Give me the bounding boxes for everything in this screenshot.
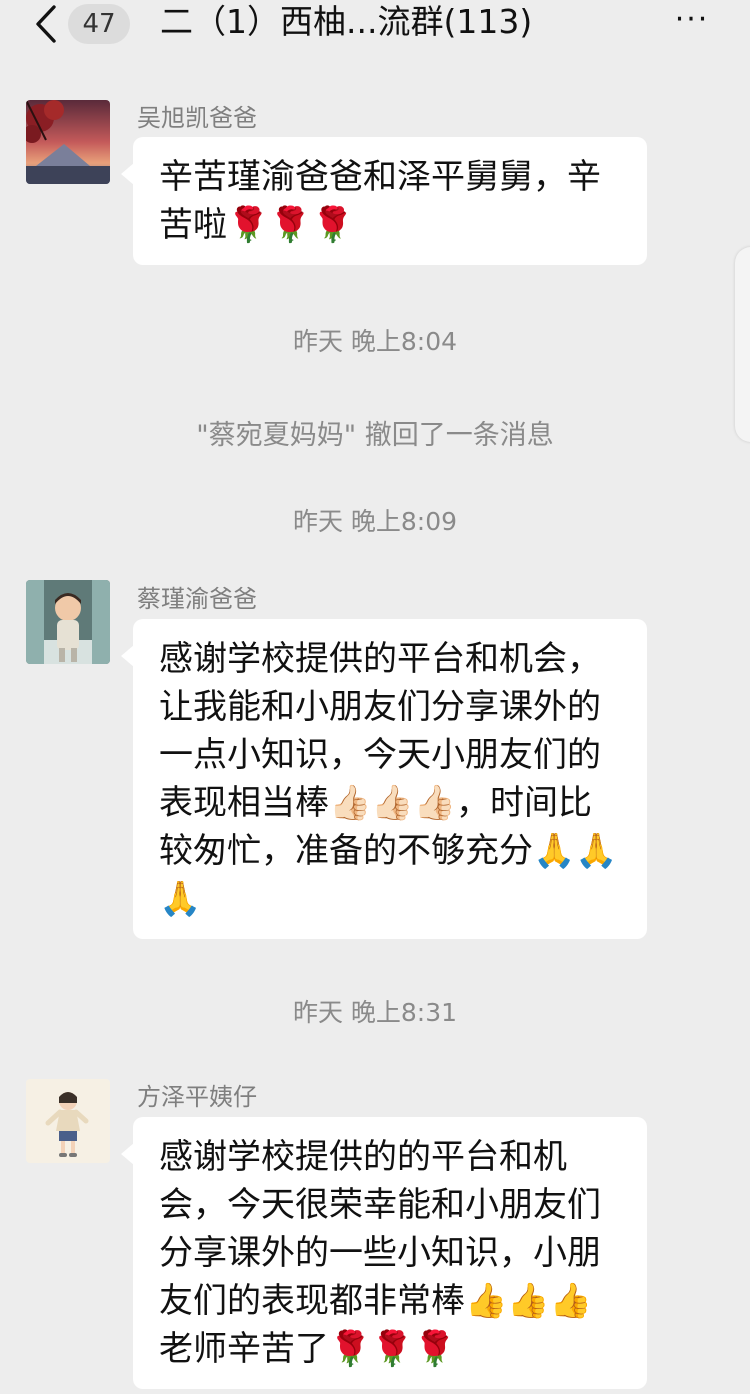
- message-bubble[interactable]: 感谢学校提供的平台和机会，让我能和小朋友们分享课外的一点小知识，今天小朋友们的表…: [133, 619, 647, 939]
- timestamp: 昨天 晚上8:09: [292, 507, 458, 536]
- chat-header: 47 二（1）西柚...流群(113) ···: [0, 0, 750, 76]
- recall-notice: "蔡宛夏妈妈" 撤回了一条消息: [196, 420, 554, 451]
- sender-name: 吴旭凯爸爸: [137, 104, 257, 132]
- avatar[interactable]: [26, 100, 110, 184]
- message-bubble[interactable]: 辛苦瑾渝爸爸和泽平舅舅，辛苦啦🌹🌹🌹: [133, 137, 647, 265]
- timestamp: 昨天 晚上8:04: [292, 327, 458, 356]
- back-button[interactable]: 47: [30, 4, 130, 44]
- timestamp: 昨天 晚上8:31: [292, 998, 458, 1027]
- unread-count-badge: 47: [68, 4, 130, 44]
- chevron-left-icon: [36, 5, 56, 43]
- chat-screen: 47 二（1）西柚...流群(113) ··· 吴旭凯爸爸 辛苦瑾渝爸爸和泽平舅…: [0, 0, 750, 1394]
- sunset-landscape-avatar-image: [26, 100, 110, 184]
- sender-name: 方泽平姨仔: [137, 1083, 257, 1111]
- cartoon-boy-avatar-image: [26, 580, 110, 664]
- chat-title: 二（1）西柚...流群(113): [160, 2, 533, 41]
- message-bubble[interactable]: 感谢学校提供的的平台和机会，今天很荣幸能和小朋友们分享课外的一些小知识，小朋友们…: [133, 1117, 647, 1389]
- cartoon-girl-avatar-image: [26, 1079, 110, 1163]
- more-options-icon[interactable]: ···: [662, 0, 722, 44]
- avatar[interactable]: [26, 1079, 110, 1163]
- sender-name: 蔡瑾渝爸爸: [137, 585, 257, 613]
- avatar[interactable]: [26, 580, 110, 664]
